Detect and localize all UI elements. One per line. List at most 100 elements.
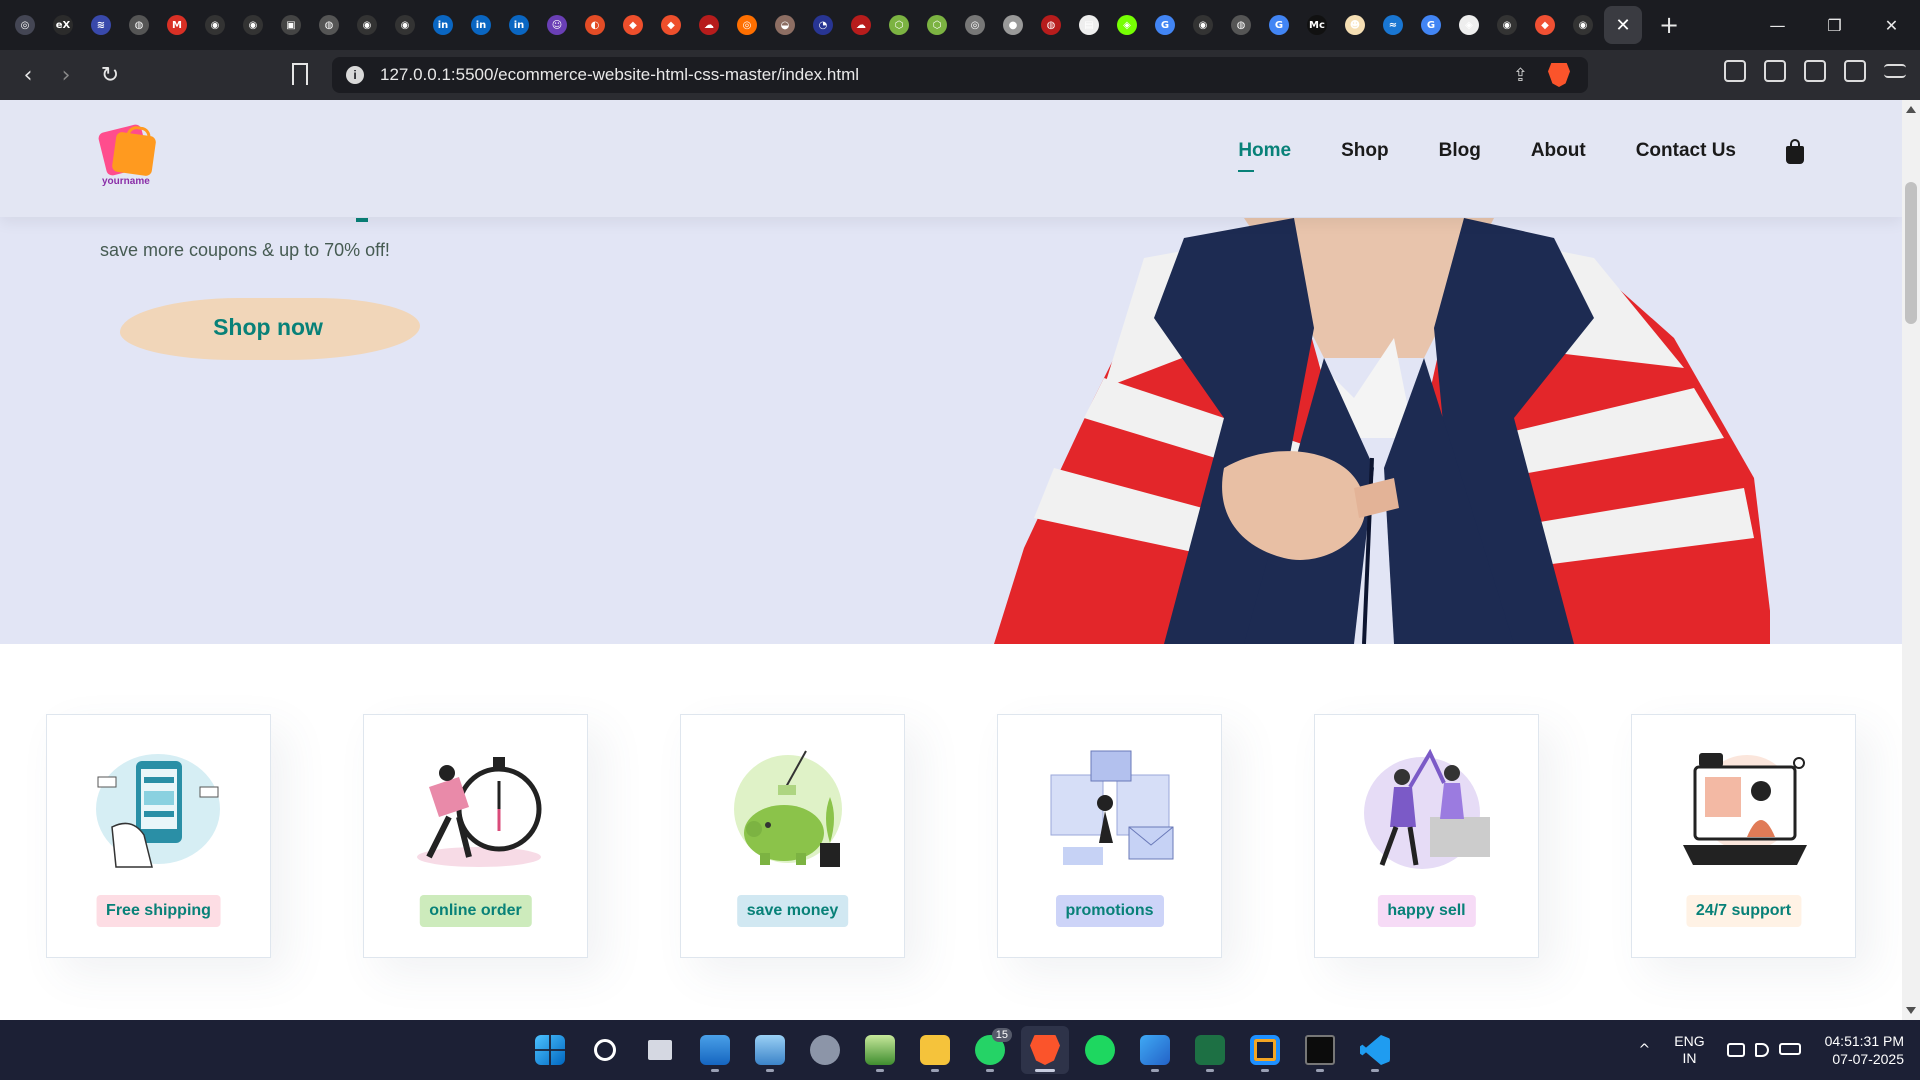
- browser-tab[interactable]: ◉: [1488, 6, 1526, 44]
- scroll-down-icon[interactable]: [1906, 1007, 1916, 1014]
- paint-app[interactable]: [1131, 1026, 1179, 1074]
- browser-tab[interactable]: ▤: [1070, 6, 1108, 44]
- browser-tab[interactable]: ◎: [6, 6, 44, 44]
- browser-tab[interactable]: ⬡: [918, 6, 956, 44]
- nav-link-shop[interactable]: Shop: [1341, 140, 1389, 166]
- browser-tab[interactable]: eX: [44, 6, 82, 44]
- browser-tab[interactable]: ☺: [538, 6, 576, 44]
- close-tab-icon[interactable]: ✕: [1604, 6, 1642, 44]
- minimize-icon[interactable]: —: [1749, 0, 1806, 50]
- feature-box-online-order[interactable]: online order: [363, 714, 588, 958]
- share-icon[interactable]: ⇪: [1513, 65, 1528, 86]
- site-logo[interactable]: yourname: [97, 123, 158, 188]
- settings-app[interactable]: [801, 1026, 849, 1074]
- browser-tab[interactable]: ☁: [842, 6, 880, 44]
- browser-tab[interactable]: in: [500, 6, 538, 44]
- browser-tab[interactable]: ◎: [956, 6, 994, 44]
- clock[interactable]: 04:51:31 PM 07-07-2025: [1825, 1032, 1904, 1068]
- task-view-button[interactable]: [636, 1026, 684, 1074]
- browser-tab[interactable]: ▣: [272, 6, 310, 44]
- feature-box-free-shipping[interactable]: Free shipping: [46, 714, 271, 958]
- terminal-app[interactable]: [1296, 1026, 1344, 1074]
- site-info-icon[interactable]: i: [346, 66, 364, 84]
- browser-tab[interactable]: ◉: [234, 6, 272, 44]
- browser-tab[interactable]: ◔: [804, 6, 842, 44]
- browser-tab[interactable]: G: [1412, 6, 1450, 44]
- excel-app[interactable]: [1186, 1026, 1234, 1074]
- browser-tab[interactable]: M: [158, 6, 196, 44]
- tab-icon-8: ▣: [281, 15, 301, 35]
- chart-app[interactable]: [856, 1026, 904, 1074]
- address-bar[interactable]: i 127.0.0.1:5500/ecommerce-website-html-…: [332, 57, 1588, 93]
- nav-link-contact-us[interactable]: Contact Us: [1636, 140, 1736, 166]
- feature-box-promotions[interactable]: promotions: [997, 714, 1222, 958]
- browser-tab[interactable]: ◎: [728, 6, 766, 44]
- browser-tab[interactable]: G: [1260, 6, 1298, 44]
- file-explorer-app[interactable]: [911, 1026, 959, 1074]
- browser-tab[interactable]: Mc: [1298, 6, 1336, 44]
- sidebar-icon[interactable]: [1844, 60, 1866, 82]
- browser-tab[interactable]: ◆: [614, 6, 652, 44]
- bookmark-icon[interactable]: [292, 63, 308, 85]
- browser-tab[interactable]: in: [424, 6, 462, 44]
- browser-tab[interactable]: ⬡: [880, 6, 918, 44]
- show-hidden-icons-icon[interactable]: ^: [1639, 1042, 1651, 1058]
- browser-tab[interactable]: ◉: [196, 6, 234, 44]
- browser-tab[interactable]: ◉: [348, 6, 386, 44]
- browser-tab[interactable]: ◈: [1108, 6, 1146, 44]
- reload-icon[interactable]: ↻: [92, 57, 128, 93]
- nav-link-home[interactable]: Home: [1238, 140, 1291, 172]
- vertical-scrollbar[interactable]: [1902, 100, 1920, 1020]
- browser-tab[interactable]: ☻: [1336, 6, 1374, 44]
- browser-tab[interactable]: ◉: [1564, 6, 1602, 44]
- browser-tab[interactable]: ◉: [1184, 6, 1222, 44]
- browser-tab[interactable]: ◒: [766, 6, 804, 44]
- remote-app[interactable]: [1241, 1026, 1289, 1074]
- menu-icon[interactable]: [1884, 64, 1906, 78]
- back-icon[interactable]: ‹: [10, 57, 46, 93]
- nav-link-blog[interactable]: Blog: [1439, 140, 1481, 166]
- photos-app[interactable]: [691, 1026, 739, 1074]
- extensions-icon[interactable]: [1724, 60, 1746, 82]
- browser-tab[interactable]: ◍: [120, 6, 158, 44]
- shop-now-button[interactable]: Shop now: [100, 290, 420, 364]
- new-tab-icon[interactable]: +: [1650, 6, 1688, 44]
- scroll-up-icon[interactable]: [1906, 106, 1916, 113]
- language-indicator[interactable]: ENG IN: [1674, 1033, 1704, 1067]
- spotify-app[interactable]: [1076, 1026, 1124, 1074]
- feature-box-happy-sell[interactable]: happy sell: [1314, 714, 1539, 958]
- whatsapp-app[interactable]: 15: [966, 1026, 1014, 1074]
- scrollbar-thumb[interactable]: [1905, 182, 1917, 324]
- close-window-icon[interactable]: ✕: [1863, 0, 1920, 50]
- brave-shield-icon[interactable]: [1548, 63, 1570, 87]
- reading-list-icon[interactable]: [1764, 60, 1786, 82]
- browser-tab[interactable]: ◍: [310, 6, 348, 44]
- feature-box-save-money[interactable]: save money: [680, 714, 905, 958]
- browser-tab[interactable]: ◈: [1450, 6, 1488, 44]
- browser-tab[interactable]: in: [462, 6, 500, 44]
- url-text[interactable]: 127.0.0.1:5500/ecommerce-website-html-cs…: [380, 65, 859, 85]
- browser-tab[interactable]: ◉: [386, 6, 424, 44]
- search-button[interactable]: [581, 1026, 629, 1074]
- browser-tab[interactable]: ◐: [576, 6, 614, 44]
- nav-link-about[interactable]: About: [1531, 140, 1586, 166]
- browser-tab[interactable]: G: [1146, 6, 1184, 44]
- browser-tab[interactable]: ◍: [1222, 6, 1260, 44]
- brave-app[interactable]: [1021, 1026, 1069, 1074]
- browser-tab[interactable]: ≋: [82, 6, 120, 44]
- restore-icon[interactable]: ❐: [1806, 0, 1863, 50]
- browser-tab[interactable]: ◆: [652, 6, 690, 44]
- forward-icon[interactable]: ›: [48, 57, 84, 93]
- start-button[interactable]: [526, 1026, 574, 1074]
- browser-tab[interactable]: ◍: [1032, 6, 1070, 44]
- wallet-icon[interactable]: [1804, 60, 1826, 82]
- vscode-app[interactable]: [1351, 1026, 1399, 1074]
- feature-box-24-7-support[interactable]: 24/7 support: [1631, 714, 1856, 958]
- snipping-app[interactable]: [746, 1026, 794, 1074]
- quick-settings[interactable]: [1726, 1043, 1801, 1057]
- browser-tab[interactable]: ◆: [1526, 6, 1564, 44]
- browser-tab[interactable]: ≈: [1374, 6, 1412, 44]
- browser-tab[interactable]: ●: [994, 6, 1032, 44]
- browser-tab[interactable]: ☁: [690, 6, 728, 44]
- shopping-bag-icon[interactable]: [1786, 139, 1804, 164]
